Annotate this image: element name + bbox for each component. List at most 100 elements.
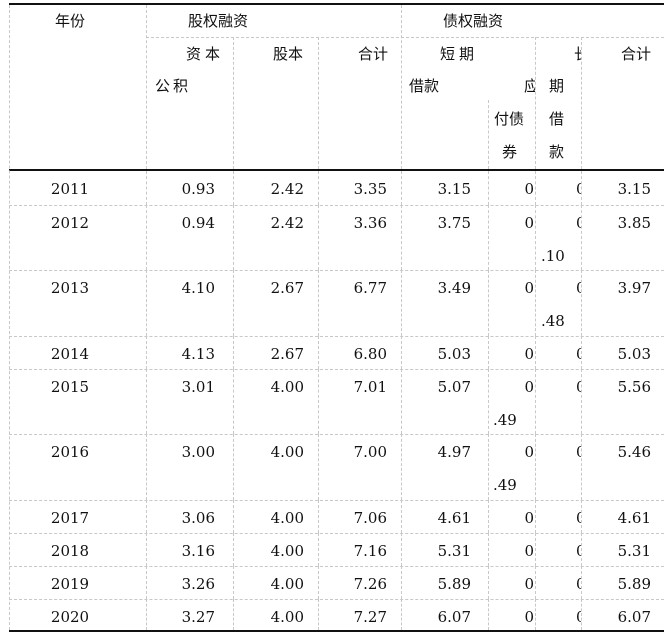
cell-debt-total: 6.07: [617, 608, 651, 626]
column-line: [535, 599, 536, 630]
cell-equity-total: 7.06: [353, 509, 387, 527]
header-bonds-2: 付债: [494, 110, 525, 128]
header-share-capital: 股本: [273, 45, 304, 63]
cell-capital-reserve: 3.27: [181, 608, 215, 626]
cell-debt-total: 5.89: [617, 575, 651, 593]
cell-bonds: 0: [524, 542, 534, 560]
column-line: [535, 434, 536, 500]
header-long-loan-3: 借: [549, 110, 565, 128]
cell-capital-reserve: 3.26: [181, 575, 215, 593]
financing-table: 年份 股权融资 债权融资 资本 公积 股本 合计 短期 借款 应 付债 券 长 …: [0, 0, 664, 635]
column-line: [535, 566, 536, 599]
cell-capital-reserve: 4.10: [181, 279, 215, 297]
cell-equity-total: 6.80: [353, 345, 387, 363]
header-vline-d2: [535, 37, 536, 169]
cell-debt-total: 3.15: [617, 180, 651, 198]
header-vline-eq2: [318, 37, 319, 169]
row-separator: [9, 270, 664, 271]
cell-capital-reserve: 0.93: [181, 180, 215, 198]
cell-share-capital: 4.00: [270, 443, 304, 461]
cell-bonds: 0: [524, 345, 534, 363]
column-line: [535, 533, 536, 566]
cell-capital-reserve: 3.00: [181, 443, 215, 461]
row-separator: [9, 205, 664, 206]
cell-bonds: 0: [524, 575, 534, 593]
header-equity-total: 合计: [358, 45, 389, 63]
header-equity: 股权融资: [188, 12, 249, 30]
cell-year: 2015: [50, 378, 90, 396]
cell-equity-total: 7.01: [353, 378, 387, 396]
row-separator: [9, 369, 664, 370]
cell-year: 2019: [50, 575, 90, 593]
cell-bonds: 0: [524, 509, 534, 527]
header-bonds-1: 应: [524, 77, 535, 95]
cell-year: 2014: [50, 345, 90, 363]
cell-short-loan: 6.07: [437, 608, 471, 626]
cell-capital-reserve: 3.01: [181, 378, 215, 396]
cell-short-loan: 3.75: [437, 214, 471, 232]
row-separator: [9, 434, 664, 435]
cell-short-loan: 3.15: [437, 180, 471, 198]
cell-debt-total: 5.56: [617, 378, 651, 396]
cell-equity-total: 7.26: [353, 575, 387, 593]
cell-share-capital: 4.00: [270, 378, 304, 396]
cell-bonds: 0: [524, 279, 534, 297]
cell-year: 2012: [50, 214, 90, 232]
cell-short-loan: 4.61: [437, 509, 471, 527]
top-rule: [9, 3, 664, 5]
header-bottom-rule: [9, 169, 664, 171]
cell-short-loan: 5.07: [437, 378, 471, 396]
cell-equity-total: 3.35: [353, 180, 387, 198]
header-debt: 债权融资: [443, 12, 504, 30]
left-border: [9, 5, 10, 630]
header-vline-group: [401, 5, 402, 169]
cell-long-loan-wrap: .10: [541, 247, 565, 265]
cell-debt-total: 3.97: [617, 279, 651, 297]
cell-share-capital: 4.00: [270, 509, 304, 527]
cell-share-capital: 2.67: [270, 279, 304, 297]
cell-equity-total: 7.27: [353, 608, 387, 626]
cell-year: 2013: [50, 279, 90, 297]
header-long-loan-2: 期: [549, 77, 565, 95]
header-short-loan-1: 短期: [440, 45, 479, 63]
cell-year: 2017: [50, 509, 90, 527]
cell-bonds-wrap: .49: [493, 411, 517, 429]
cell-share-capital: 2.42: [270, 214, 304, 232]
cell-capital-reserve: 4.13: [181, 345, 215, 363]
cell-equity-total: 6.77: [353, 279, 387, 297]
column-line: [535, 270, 536, 336]
cell-share-capital: 2.67: [270, 345, 304, 363]
column-line: [535, 171, 536, 205]
row-separator: [9, 336, 664, 337]
cell-short-loan: 4.97: [437, 443, 471, 461]
column-line: [535, 336, 536, 369]
cell-debt-total: 4.61: [617, 509, 651, 527]
cell-short-loan: 5.31: [437, 542, 471, 560]
header-capital-reserve-1: 资本: [186, 45, 225, 63]
column-line: [535, 369, 536, 434]
cell-capital-reserve: 0.94: [181, 214, 215, 232]
cell-capital-reserve: 3.06: [181, 509, 215, 527]
cell-short-loan: 3.49: [437, 279, 471, 297]
column-line: [535, 205, 536, 270]
cell-debt-total: 5.46: [617, 443, 651, 461]
cell-year: 2018: [50, 542, 90, 560]
cell-equity-total: 7.16: [353, 542, 387, 560]
row-separator: [9, 533, 664, 534]
cell-equity-total: 3.36: [353, 214, 387, 232]
column-line: [535, 500, 536, 533]
header-group-divider: [146, 37, 664, 38]
cell-year: 2011: [50, 180, 90, 198]
row-separator: [9, 599, 664, 600]
cell-bonds: 0: [524, 608, 534, 626]
cell-year: 2016: [50, 443, 90, 461]
header-long-loan-1: 长: [574, 45, 581, 63]
cell-bonds: 0: [524, 180, 534, 198]
cell-short-loan: 5.03: [437, 345, 471, 363]
cell-bonds: 0: [524, 443, 534, 461]
cell-share-capital: 4.00: [270, 575, 304, 593]
cell-debt-total: 5.31: [617, 542, 651, 560]
cell-bonds: 0: [524, 214, 534, 232]
cell-short-loan: 5.89: [437, 575, 471, 593]
row-separator: [9, 500, 664, 501]
